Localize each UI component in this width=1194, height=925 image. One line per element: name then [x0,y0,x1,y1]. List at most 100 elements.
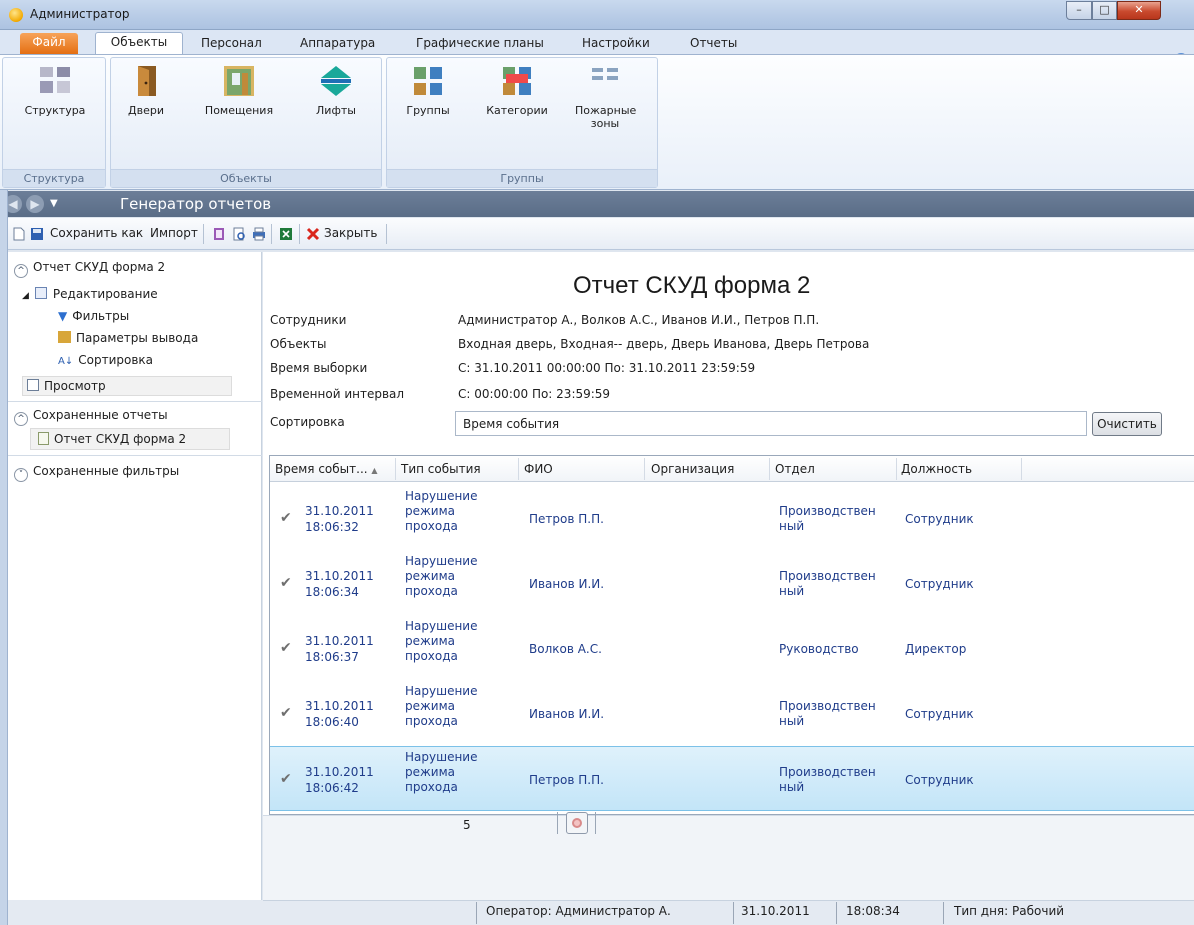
doors-button[interactable]: Двери [121,64,171,117]
report-section-header[interactable]: ^ Отчет СКУД форма 2 [14,260,165,278]
table-row[interactable]: ✔ 31.10.2011 18:06:37 Нарушение режима про… [270,616,1194,681]
acknowledged-check-icon: ✔ [280,771,292,787]
page-title: Генератор отчетов [120,195,272,213]
saved-reports-header[interactable]: ^ Сохраненные отчеты [14,408,168,426]
tree-item-filters[interactable]: ▼ Фильтры [58,309,129,323]
column-header-time[interactable]: Время событ... ▲ [275,462,378,476]
clear-button[interactable]: Очистить [1092,412,1162,436]
toolbar-separator [203,224,204,244]
preview-icon [27,379,39,391]
import-button[interactable]: Импорт [150,226,198,240]
table-row[interactable]: ✔ 31.10.2011 18:06:34 Нарушение режима про… [270,551,1194,616]
structure-icon [40,67,70,93]
left-navigation-pane: ^ Отчет СКУД форма 2 ◢ Редактирование ▼ Фил… [8,252,262,900]
param-value: Входная дверь, Входная-- дверь, Дверь Ив… [458,337,870,351]
tab-reports[interactable]: Отчеты [682,34,745,54]
column-header-organization[interactable]: Организация [651,462,734,476]
column-divider[interactable] [896,458,897,480]
tab-graphic-plans[interactable]: Графические планы [408,34,552,54]
cell-date: 31.10.2011 [305,699,374,713]
column-header-fio[interactable]: ФИО [524,462,553,476]
param-label: Временной интервал [270,387,405,401]
group-label-objects: Объекты [111,169,381,187]
table-footer [263,815,1194,900]
close-window-button[interactable]: ✕ [1117,1,1161,20]
row-count: 5 [463,818,471,832]
categories-button[interactable]: Категории [483,64,551,117]
saved-report-item[interactable]: Отчет СКУД форма 2 [38,432,186,446]
cell-fio: Петров П.П. [529,512,604,526]
param-label: Сотрудники [270,313,347,327]
save-as-button[interactable]: Сохранить как [50,226,143,240]
rooms-button[interactable]: Помещения [199,64,279,117]
group-label-structure: Структура [3,169,105,187]
cell-department: Производствен ный [779,504,876,533]
column-divider[interactable] [518,458,519,480]
report-panel: Отчет СКУД форма 2 Сотрудники Администра… [263,252,1194,900]
window-title: Администратор [30,7,130,21]
column-header-position[interactable]: Должность [901,462,972,476]
cell-department: Производствен ный [779,569,876,598]
column-divider[interactable] [395,458,396,480]
cell-date: 31.10.2011 [305,569,374,583]
cell-event-type: Нарушение режима прохода [405,684,478,728]
tree-item-sorting[interactable]: A↓ Сортировка [58,353,153,367]
column-divider[interactable] [644,458,645,480]
structure-button[interactable]: Структура [7,64,103,117]
acknowledged-check-icon: ✔ [280,575,292,591]
divider [733,902,734,924]
save-icon[interactable] [30,227,44,241]
tree-item-preview[interactable]: Просмотр [22,376,232,396]
history-dropdown-icon[interactable]: ▼ [50,195,62,213]
close-red-x-icon[interactable] [306,227,320,241]
report-file-icon [38,432,49,445]
tab-personnel[interactable]: Персонал [193,34,270,54]
fire-zones-button[interactable]: Пожарные зоны [571,64,639,130]
ribbon-tabs: Файл Объекты Персонал Аппаратура Графиче… [0,30,1194,55]
column-divider[interactable] [769,458,770,480]
table-row[interactable]: ✔ 31.10.2011 18:06:40 Нарушение режима про… [270,681,1194,746]
tree-item-output-params[interactable]: Параметры вывода [58,331,198,345]
tab-objects[interactable]: Объекты [95,32,183,55]
close-button[interactable]: Закрыть [324,226,377,240]
cell-event-type: Нарушение режима прохода [405,619,478,663]
groups-button[interactable]: Группы [397,64,459,117]
table-row-selected[interactable]: ✔ 31.10.2011 18:06:42 Нарушение режима про… [270,746,1194,811]
filter-icon: ▼ [58,309,68,323]
navigation-bar: ◀ ▶ ▼ Генератор отчетов [0,191,1194,217]
tab-hardware[interactable]: Аппаратура [292,34,383,54]
elevators-button[interactable]: Лифты [301,64,371,117]
table-row[interactable]: ✔ 31.10.2011 18:06:32 Нарушение режима про… [270,486,1194,551]
new-document-icon[interactable] [12,227,26,241]
status-time: 18:08:34 [846,904,900,918]
tree-item-editing[interactable]: ◢ Редактирование [22,287,158,301]
minimize-button[interactable]: – [1066,1,1092,20]
cell-time: 18:06:32 [305,520,359,534]
excel-export-icon[interactable] [279,227,293,241]
print-preview-icon[interactable] [232,227,246,241]
tab-file[interactable]: Файл [20,33,78,54]
expand-triangle-icon: ◢ [22,291,29,301]
column-header-department[interactable]: Отдел [775,462,815,476]
tab-settings[interactable]: Настройки [574,34,658,54]
saved-filters-header[interactable]: ˅ Сохраненные фильтры [14,464,179,482]
report-icon[interactable] [212,227,226,241]
divider [595,812,596,834]
elevator-icon [321,66,351,96]
output-params-icon [58,331,71,343]
column-header-event-type[interactable]: Тип события [401,462,481,476]
sort-field[interactable]: Время события [455,411,1087,436]
param-label: Время выборки [270,361,368,375]
maximize-button[interactable]: □ [1092,1,1117,20]
collapse-icon: ^ [14,412,28,426]
toolbar-separator [299,224,300,244]
record-stop-icon[interactable] [566,812,588,834]
column-divider[interactable] [1021,458,1022,480]
sort-az-icon: A↓ [58,356,74,367]
sort-label: Сортировка [270,415,345,429]
edit-icon [34,287,47,299]
status-bar-left [8,900,263,925]
cell-position: Сотрудник [905,707,974,721]
forward-arrow-icon[interactable]: ▶ [26,195,44,213]
print-icon[interactable] [252,227,266,241]
